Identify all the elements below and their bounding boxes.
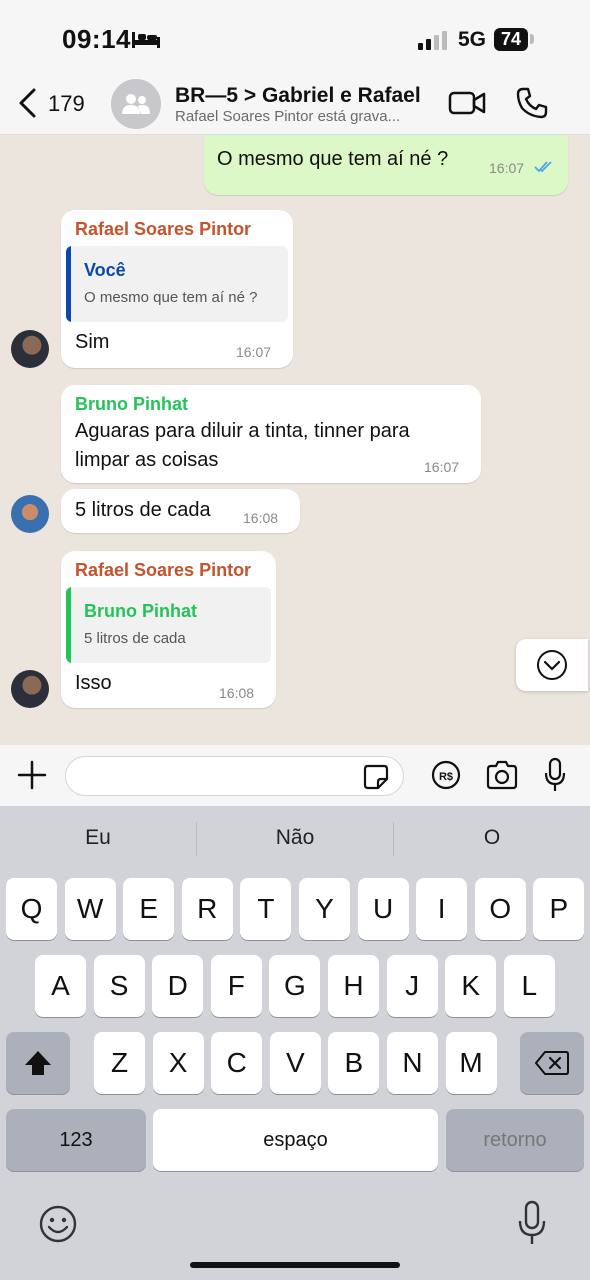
message-bubble-incoming[interactable]: Rafael Soares Pintor Bruno Pinhat 5 litr… xyxy=(61,551,276,708)
chat-subtitle: Rafael Soares Pintor está grava... xyxy=(175,108,401,125)
key-i[interactable]: I xyxy=(416,878,468,940)
quoted-message[interactable]: Bruno Pinhat 5 litros de cada xyxy=(66,587,271,663)
message-bubble-incoming[interactable]: Bruno Pinhat Aguaras para diluir a tinta… xyxy=(61,385,481,483)
space-key[interactable]: espaço xyxy=(153,1109,438,1171)
key-r[interactable]: R xyxy=(181,878,233,940)
signal-icon xyxy=(418,31,447,50)
message-text: Isso xyxy=(75,672,112,694)
key-n[interactable]: N xyxy=(387,1032,438,1094)
read-checkmarks-icon xyxy=(534,161,552,173)
key-u[interactable]: U xyxy=(357,878,409,940)
message-time: 16:07 xyxy=(489,160,525,176)
numbers-key[interactable]: 123 xyxy=(6,1109,146,1171)
backspace-key[interactable] xyxy=(520,1032,584,1094)
sender-name: Rafael Soares Pintor xyxy=(75,560,252,580)
quote-text: 5 litros de cada xyxy=(84,630,186,647)
back-unread-count[interactable]: 179 xyxy=(48,91,85,117)
key-w[interactable]: W xyxy=(64,878,116,940)
home-indicator xyxy=(190,1262,400,1268)
message-bubble-outgoing[interactable]: O mesmo que tem aí né ? 16:07 xyxy=(204,135,568,195)
sender-avatar[interactable] xyxy=(11,495,49,533)
scroll-to-bottom-button[interactable] xyxy=(516,639,588,691)
message-text-line: limpar as coisas xyxy=(75,449,219,471)
message-time: 16:08 xyxy=(243,510,279,526)
suggestion-item[interactable]: Não xyxy=(197,826,393,850)
group-avatar[interactable] xyxy=(111,79,161,129)
key-d[interactable]: D xyxy=(152,955,204,1017)
key-k[interactable]: K xyxy=(445,955,497,1017)
battery-tip xyxy=(530,34,534,44)
chat-area[interactable]: O mesmo que tem aí né ? 16:07 Rafael Soa… xyxy=(0,135,590,745)
network-type: 5G xyxy=(458,28,487,51)
key-b[interactable]: B xyxy=(328,1032,380,1094)
key-a[interactable]: A xyxy=(35,955,86,1017)
sleep-mode-icon xyxy=(132,32,160,48)
sender-avatar[interactable] xyxy=(11,670,49,708)
key-j[interactable]: J xyxy=(386,955,438,1017)
message-text: 5 litros de cada xyxy=(75,499,211,521)
chevron-down-circle-icon xyxy=(537,650,567,680)
message-text-line: Aguaras para diluir a tinta, tinner para xyxy=(75,420,410,442)
sender-avatar[interactable] xyxy=(11,330,49,368)
message-time: 16:08 xyxy=(219,685,255,701)
video-call-icon[interactable] xyxy=(448,89,486,117)
microphone-icon[interactable] xyxy=(543,757,567,793)
payment-icon[interactable]: R$ xyxy=(431,760,461,790)
message-time: 16:07 xyxy=(236,344,272,360)
key-t[interactable]: T xyxy=(240,878,292,940)
voice-call-icon[interactable] xyxy=(515,86,549,120)
emoji-icon[interactable] xyxy=(38,1204,78,1244)
shift-arrow-icon xyxy=(25,1051,51,1075)
key-h[interactable]: H xyxy=(328,955,379,1017)
plus-icon[interactable] xyxy=(16,759,48,791)
key-e[interactable]: E xyxy=(123,878,175,940)
chat-title[interactable]: BR—5 > Gabriel e Rafael xyxy=(175,84,421,108)
message-text: O mesmo que tem aí né ? xyxy=(217,148,449,170)
message-bubble-incoming[interactable]: 5 litros de cada 16:08 xyxy=(61,489,300,533)
camera-icon[interactable] xyxy=(485,760,519,790)
group-people-icon xyxy=(122,94,150,114)
sender-name: Rafael Soares Pintor xyxy=(75,219,252,239)
status-time: 09:14 xyxy=(62,24,131,54)
key-y[interactable]: Y xyxy=(299,878,350,940)
shift-key[interactable] xyxy=(6,1032,70,1094)
svg-text:R$: R$ xyxy=(439,771,453,783)
key-z[interactable]: Z xyxy=(94,1032,145,1094)
key-m[interactable]: M xyxy=(445,1032,497,1094)
suggestion-item[interactable]: O xyxy=(394,826,590,850)
back-chevron-icon[interactable] xyxy=(16,87,40,119)
key-p[interactable]: P xyxy=(533,878,585,940)
battery-icon: 74 xyxy=(494,28,528,51)
dictation-microphone-icon[interactable] xyxy=(517,1200,547,1246)
quote-bar xyxy=(66,587,71,663)
sticker-icon[interactable] xyxy=(362,763,390,791)
message-time: 16:07 xyxy=(424,459,460,475)
quoted-message[interactable]: Você O mesmo que tem aí né ? xyxy=(66,246,288,322)
key-g[interactable]: G xyxy=(269,955,321,1017)
quote-author: Bruno Pinhat xyxy=(84,601,197,621)
message-input[interactable] xyxy=(65,756,404,796)
key-x[interactable]: X xyxy=(152,1032,204,1094)
sender-name: Bruno Pinhat xyxy=(75,394,188,414)
key-f[interactable]: F xyxy=(210,955,262,1017)
message-bubble-incoming[interactable]: Rafael Soares Pintor Você O mesmo que te… xyxy=(61,210,293,368)
key-o[interactable]: O xyxy=(474,878,526,940)
key-v[interactable]: V xyxy=(269,1032,321,1094)
key-l[interactable]: L xyxy=(503,955,555,1017)
return-key[interactable]: retorno xyxy=(446,1109,584,1171)
quote-text: O mesmo que tem aí né ? xyxy=(84,289,258,306)
quote-bar xyxy=(66,246,71,322)
quote-author: Você xyxy=(84,260,126,280)
message-text: Sim xyxy=(75,331,110,353)
suggestion-item[interactable]: Eu xyxy=(0,826,196,850)
key-s[interactable]: S xyxy=(93,955,145,1017)
key-c[interactable]: C xyxy=(211,1032,263,1094)
backspace-icon xyxy=(535,1051,569,1075)
key-q[interactable]: Q xyxy=(6,878,57,940)
